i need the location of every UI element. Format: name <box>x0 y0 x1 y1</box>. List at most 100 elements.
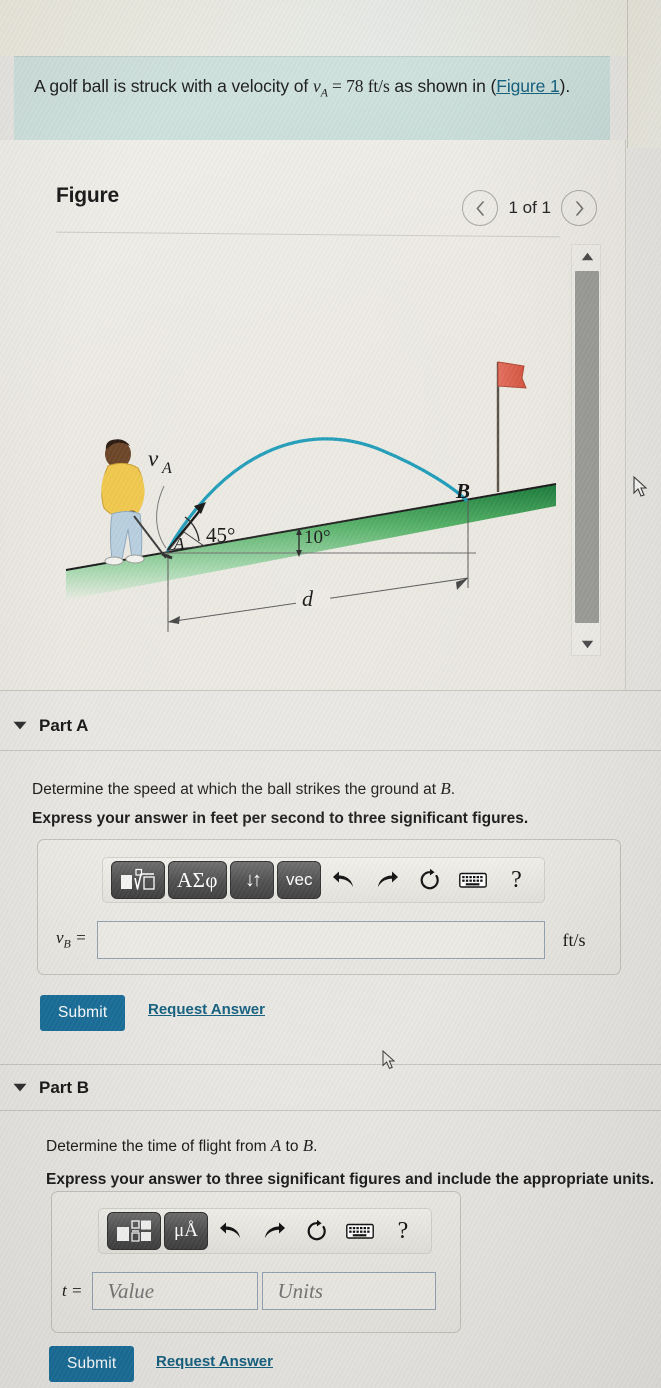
help-icon: ? <box>511 866 522 893</box>
keyboard-icon <box>459 872 488 888</box>
statement-part-2: as shown in ( <box>389 76 497 96</box>
scroll-down-button[interactable] <box>572 633 602 655</box>
part-a-title: Part A <box>39 716 89 735</box>
part-b-value-input[interactable] <box>92 1272 259 1310</box>
part-b-request-answer-link[interactable]: Request Answer <box>156 1353 273 1370</box>
figure-1-link[interactable]: Figure 1 <box>496 76 560 96</box>
golf-projectile-diagram: v A 45° A 10° B d <box>56 250 566 670</box>
d-arrow-left <box>168 616 180 624</box>
units-key[interactable]: μÅ <box>164 1212 208 1250</box>
launch-angle-label: 45° <box>206 523 235 547</box>
greek-key-label: ΑΣφ <box>177 867 219 892</box>
statement-part-3: ). <box>559 76 571 96</box>
template-sqrt-key[interactable] <box>111 861 165 899</box>
part-a-request-answer-link[interactable]: Request Answer <box>148 1001 265 1018</box>
redo-button[interactable] <box>254 1212 294 1250</box>
vec-key-label: vec <box>286 870 313 889</box>
figure-pager: 1 of 1 <box>462 190 597 226</box>
statement-part-1: A golf ball is struck with a velocity of <box>34 76 313 96</box>
part-b-units-input[interactable] <box>262 1272 437 1310</box>
velocity-symbol: v <box>312 76 321 96</box>
part-a-submit-button[interactable]: Submit <box>40 995 126 1031</box>
part-b-question-var-b: B <box>302 1136 314 1155</box>
part-a-field-row: vB = ft/s <box>56 921 586 959</box>
part-b-toolbar: μÅ ? <box>98 1208 432 1254</box>
part-b-header[interactable]: Part B <box>0 1066 661 1110</box>
reset-button[interactable] <box>410 861 450 899</box>
statement-equals: = 78 <box>327 76 368 96</box>
part-b-instruction: Express your answer to three significant… <box>46 1171 655 1188</box>
sqrt-template-icon <box>121 868 155 890</box>
part-a-unit-label: ft/s <box>562 929 586 950</box>
vec-key[interactable]: vec <box>277 861 322 899</box>
chevron-right-icon <box>575 200 583 216</box>
velocity-label-subscript: A <box>161 460 172 477</box>
point-b-label: B <box>455 479 470 503</box>
figure-title: Figure <box>56 184 119 207</box>
statement-unit: ft/s <box>367 76 390 96</box>
keyboard-icon <box>346 1223 374 1239</box>
next-figure-button[interactable] <box>561 190 597 226</box>
previous-figure-button[interactable] <box>462 190 499 226</box>
velocity-subscript: A <box>320 85 328 100</box>
scroll-up-button[interactable] <box>572 245 602 267</box>
incline-angle-label: 10° <box>304 527 331 548</box>
part-a-question-var: B <box>440 779 451 798</box>
figure-panel: Figure 1 of 1 v A 45° A 10° B d <box>0 140 626 690</box>
undo-icon <box>333 871 354 887</box>
redo-icon <box>378 871 399 887</box>
right-page-edge <box>627 0 661 148</box>
chevron-left-icon <box>476 200 484 216</box>
units-key-label: μÅ <box>174 1220 198 1241</box>
reset-button[interactable] <box>297 1212 337 1250</box>
reset-icon <box>421 868 440 890</box>
caret-down-icon[interactable] <box>9 1081 31 1095</box>
arrows-key[interactable]: ↓↑ <box>230 861 275 899</box>
mouse-cursor-figure <box>633 475 649 503</box>
part-a-instruction: Express your answer in feet per second t… <box>32 810 529 827</box>
golfer-shoe-right <box>125 554 145 564</box>
part-b-question-text: Determine the time of flight from <box>46 1138 271 1155</box>
part-a-question-end: . <box>450 781 456 798</box>
part-a-toolbar: ΑΣφ ↓↑ vec ? <box>102 857 546 903</box>
part-a-answer-box: ΑΣφ ↓↑ vec ? vB = ft/s <box>37 839 621 975</box>
flag-icon <box>497 361 527 389</box>
undo-button[interactable] <box>324 861 364 899</box>
part-b-submit-button[interactable]: Submit <box>49 1346 135 1382</box>
keyboard-button[interactable] <box>453 861 493 899</box>
point-a-label: A <box>173 534 185 553</box>
scrollbar-thumb[interactable] <box>575 271 599 623</box>
keyboard-button[interactable] <box>340 1212 380 1250</box>
part-b-question-end: . <box>313 1138 318 1155</box>
top-background-strip <box>0 0 661 56</box>
part-b-question-mid: to <box>281 1138 303 1155</box>
part-a-answer-input[interactable] <box>96 921 545 959</box>
help-button[interactable]: ? <box>496 861 536 899</box>
golfer-shoe-left <box>104 556 124 566</box>
part-b-answer-box: μÅ ? t = Value Units <box>51 1191 461 1333</box>
figure-divider <box>56 231 560 238</box>
caret-down-icon[interactable] <box>9 719 31 733</box>
undo-icon <box>220 1222 240 1238</box>
golfer-illustration <box>101 439 173 566</box>
problem-statement-panel: A golf ball is struck with a velocity of… <box>14 56 610 140</box>
part-a-header[interactable]: Part A <box>0 704 661 748</box>
figure-scrollbar[interactable] <box>571 244 601 656</box>
diagram-svg: v A 45° A 10° B d <box>65 361 557 632</box>
part-a-question-text: Determine the speed at which the ball st… <box>32 781 441 798</box>
velocity-label-leader <box>156 485 167 549</box>
cursor-arrow-icon <box>633 475 648 497</box>
template-key[interactable] <box>107 1212 161 1250</box>
part-b-bottom-divider <box>0 1110 661 1111</box>
redo-button[interactable] <box>367 861 407 899</box>
part-a-top-divider <box>0 690 661 691</box>
help-button[interactable]: ? <box>383 1212 423 1250</box>
distance-label: d <box>302 586 314 611</box>
part-b-title: Part B <box>39 1078 90 1097</box>
greek-key[interactable]: ΑΣφ <box>168 861 228 899</box>
undo-button[interactable] <box>211 1212 251 1250</box>
part-b-top-divider <box>0 1064 661 1065</box>
part-a-field-label: vB = <box>56 928 87 951</box>
part-b-question-var-a: A <box>270 1136 282 1155</box>
velocity-label: v <box>148 446 159 471</box>
